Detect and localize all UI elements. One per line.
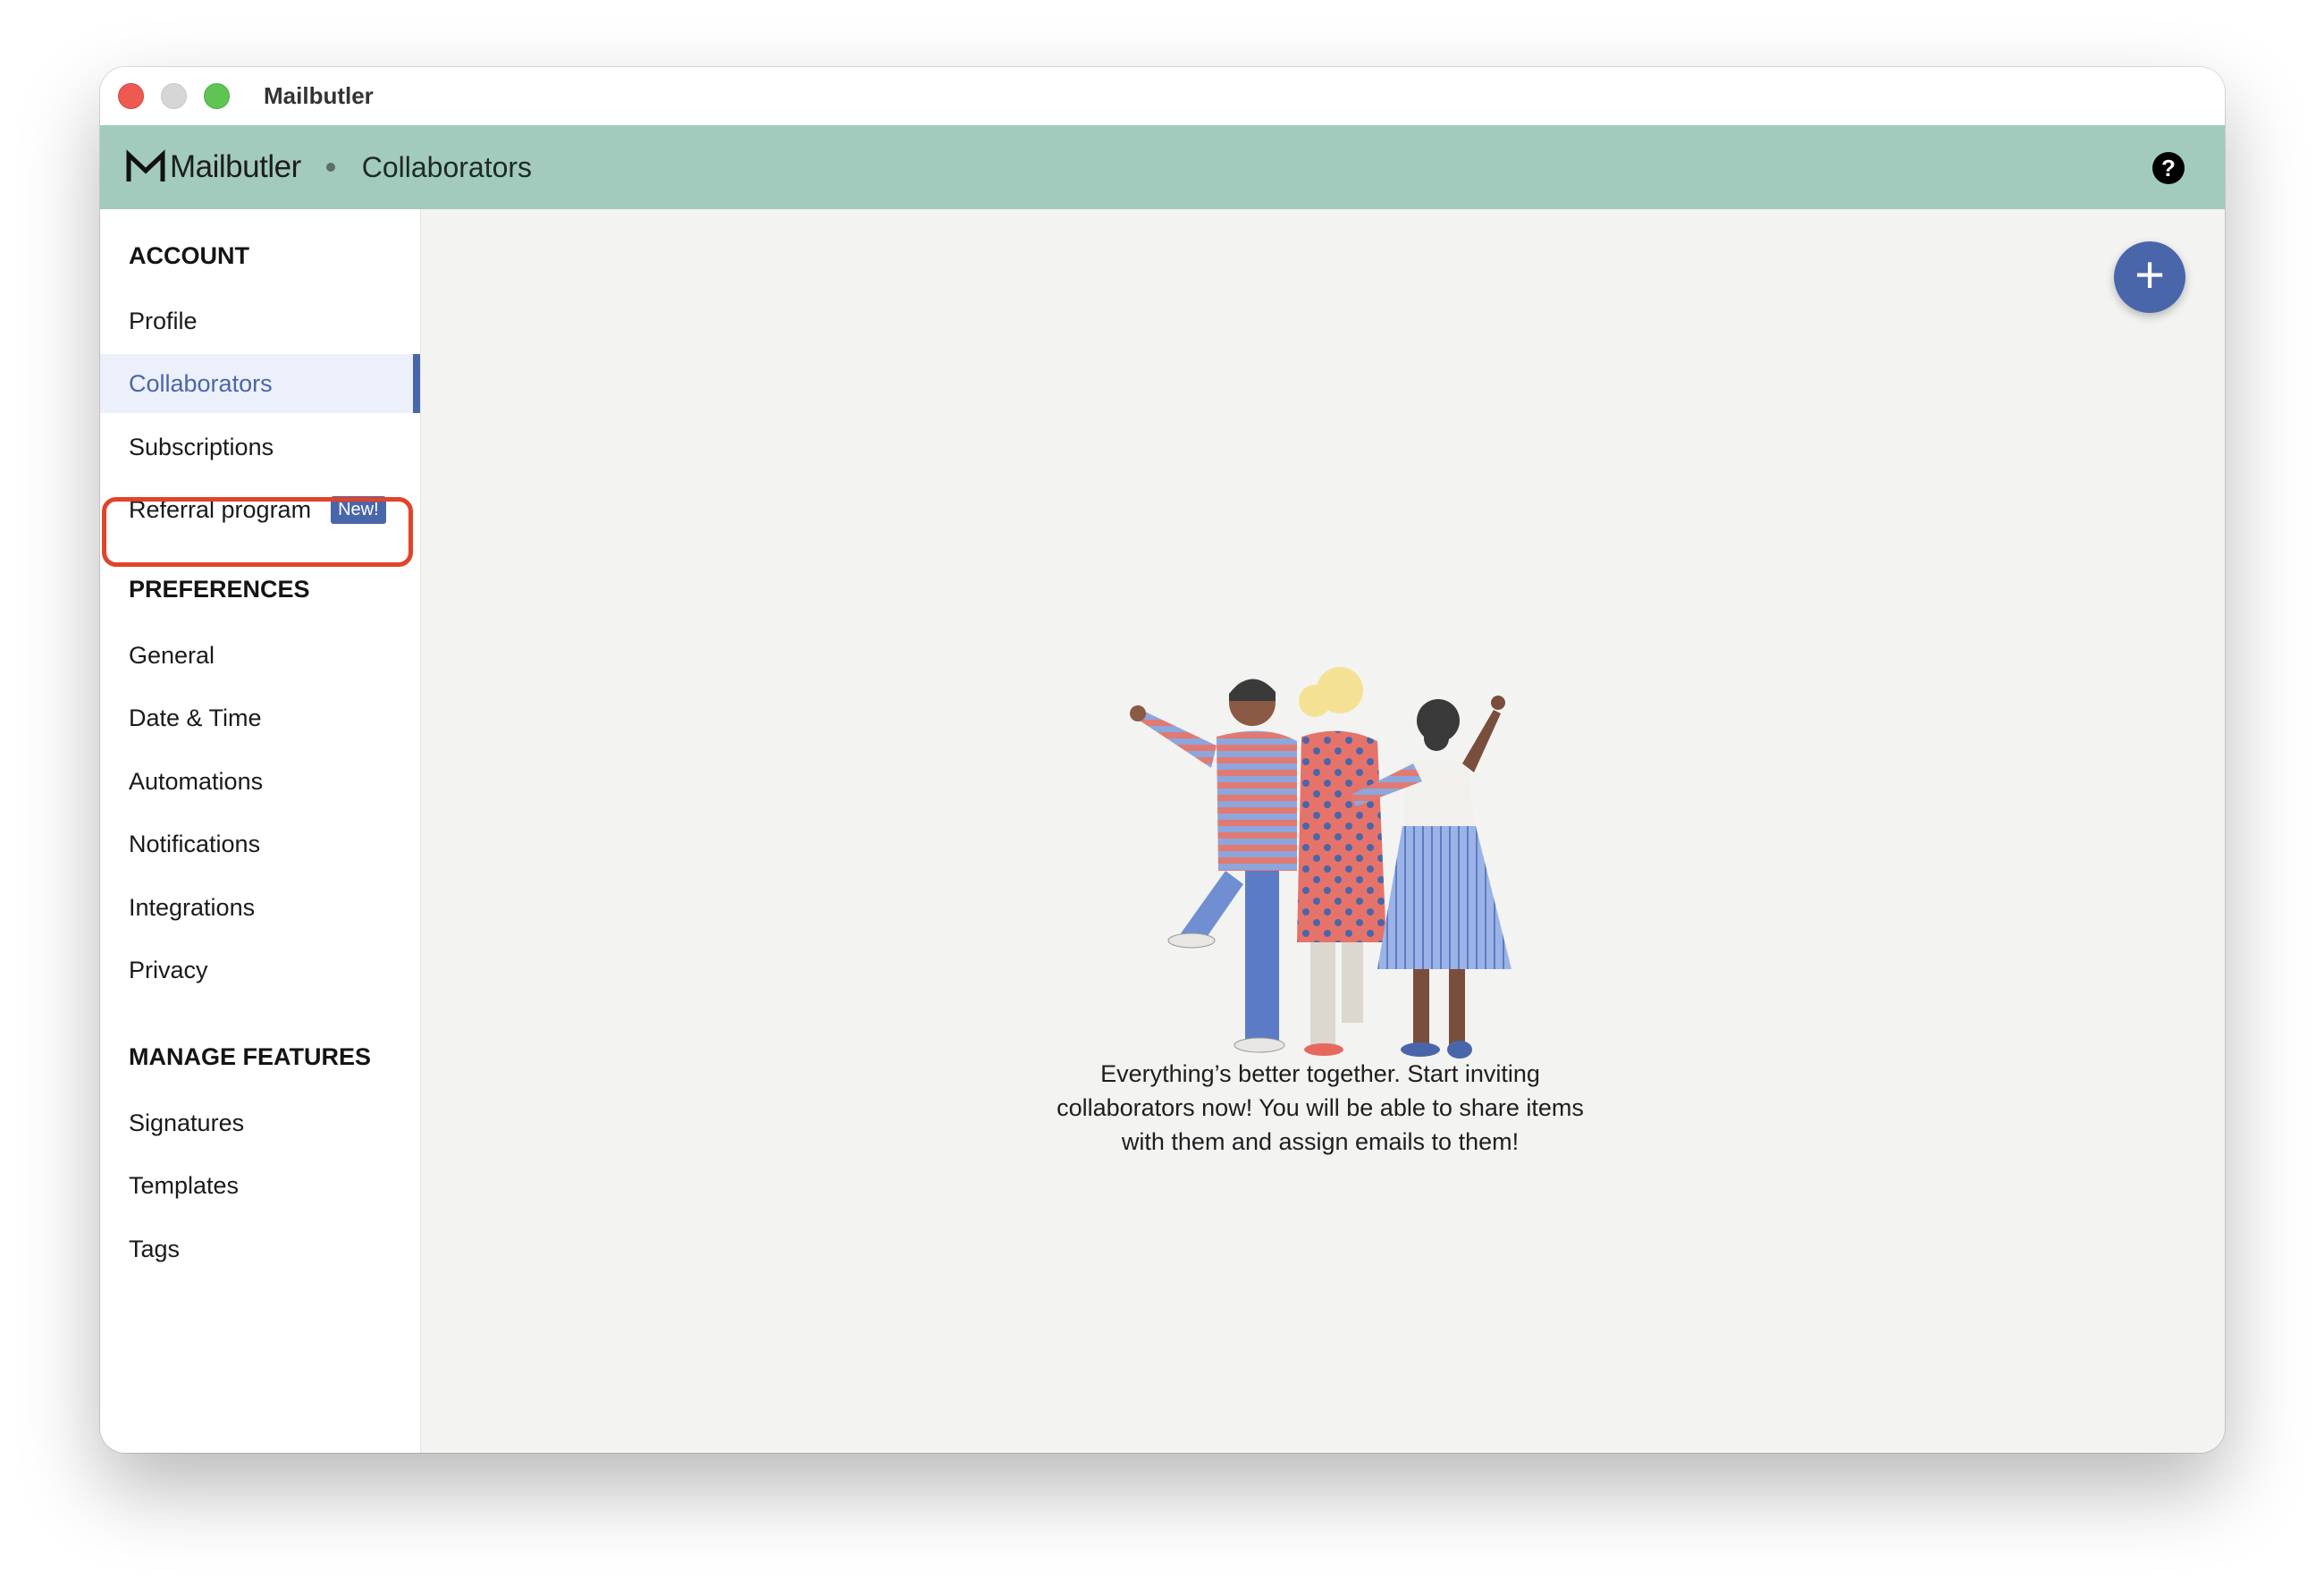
- sidebar-item-label: Privacy: [129, 956, 208, 983]
- sidebar-item-general[interactable]: General: [100, 626, 420, 685]
- sidebar-item-templates[interactable]: Templates: [100, 1156, 420, 1215]
- new-badge: New!: [331, 495, 386, 524]
- page-title: Collaborators: [361, 150, 533, 183]
- window-title: Mailbutler: [264, 82, 374, 109]
- plus-icon: +: [2135, 246, 2165, 304]
- sidebar-item-automations[interactable]: Automations: [100, 752, 420, 811]
- app-header: Mailbutler Collaborators ?: [100, 125, 2225, 209]
- sidebar: ACCOUNT Profile Collaborators Subscripti…: [100, 209, 421, 1453]
- sidebar-item-label: Date & Time: [129, 704, 262, 731]
- logo-text: Mailbutler: [170, 149, 301, 184]
- close-window-button[interactable]: [118, 83, 144, 109]
- zoom-window-button[interactable]: [204, 83, 230, 109]
- main-content: + Everything’s better together. Start in…: [421, 209, 2225, 1453]
- sidebar-item-label: Subscriptions: [129, 433, 274, 460]
- sidebar-item-collaborators[interactable]: Collaborators: [100, 354, 420, 413]
- sidebar-item-integrations[interactable]: Integrations: [100, 878, 420, 937]
- sidebar-item-label: Signatures: [129, 1109, 245, 1136]
- section-title-preferences: PREFERENCES: [129, 576, 310, 603]
- sidebar-item-referral-program[interactable]: Referral program New!: [100, 480, 420, 539]
- minimize-window-button[interactable]: [161, 83, 187, 109]
- title-bar: Mailbutler: [100, 67, 2225, 125]
- sidebar-item-label: Integrations: [129, 893, 256, 921]
- mailbutler-m-icon: [126, 149, 165, 181]
- sidebar-item-date-time[interactable]: Date & Time: [100, 688, 420, 747]
- sidebar-item-label: Referral program: [129, 495, 312, 523]
- sidebar-item-label: Tags: [129, 1235, 181, 1262]
- breadcrumb-separator: [325, 163, 335, 172]
- mailbutler-logo[interactable]: Mailbutler: [125, 149, 301, 185]
- window-controls: [118, 83, 230, 109]
- sidebar-item-label: Automations: [129, 767, 264, 795]
- sidebar-item-label: Templates: [129, 1171, 240, 1199]
- sidebar-item-signatures[interactable]: Signatures: [100, 1093, 420, 1152]
- collaborators-illustration: [1130, 667, 1511, 1059]
- add-collaborator-button[interactable]: +: [2114, 241, 2185, 313]
- sidebar-item-tags[interactable]: Tags: [100, 1219, 420, 1278]
- empty-state-message: Everything’s better together. Start invi…: [1057, 1060, 1584, 1155]
- section-title-account: ACCOUNT: [129, 242, 249, 269]
- app-window: Mailbutler Mailbutler Collaborators ? AC…: [100, 67, 2225, 1453]
- help-icon[interactable]: ?: [2152, 152, 2185, 184]
- sidebar-item-subscriptions[interactable]: Subscriptions: [100, 418, 420, 477]
- sidebar-item-label: Collaborators: [129, 369, 273, 397]
- sidebar-item-label: Profile: [129, 307, 198, 334]
- sidebar-item-notifications[interactable]: Notifications: [100, 814, 420, 873]
- sidebar-item-label: General: [129, 641, 215, 669]
- section-title-manage-features: MANAGE FEATURES: [129, 1043, 372, 1070]
- sidebar-item-profile[interactable]: Profile: [100, 291, 420, 350]
- sidebar-item-label: Notifications: [129, 830, 261, 857]
- sidebar-item-privacy[interactable]: Privacy: [100, 941, 420, 1000]
